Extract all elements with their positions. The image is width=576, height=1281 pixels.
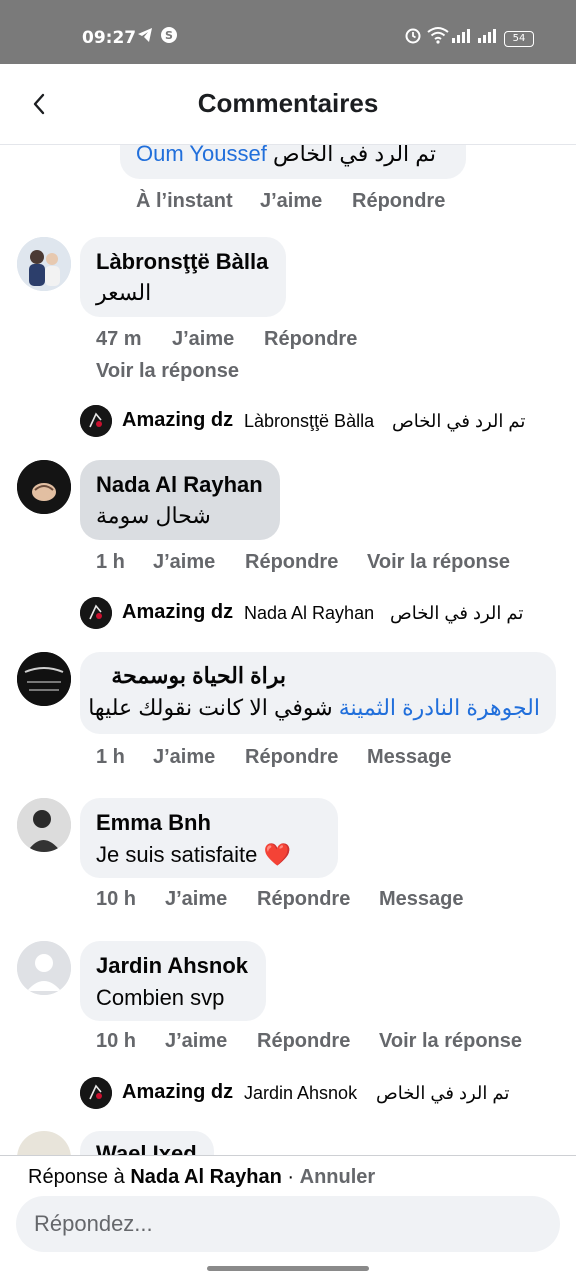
avatar[interactable] xyxy=(17,798,71,852)
avatar[interactable] xyxy=(17,237,71,291)
like-button[interactable]: J’aime xyxy=(165,1030,227,1053)
signal-icon xyxy=(452,26,472,49)
home-indicator[interactable] xyxy=(207,1266,369,1271)
like-button[interactable]: J’aime xyxy=(165,888,227,911)
reply-context: Réponse à Nada Al Rayhan · Annuler xyxy=(28,1166,375,1189)
page-avatar[interactable] xyxy=(80,597,112,629)
comment-time: 1 h xyxy=(96,551,125,573)
comments-list[interactable]: Oum Youssef تم الرد في الخاص À l’instant… xyxy=(0,145,576,1155)
reply-target: Nada Al Rayhan xyxy=(130,1166,282,1188)
reply-button[interactable]: Répondre xyxy=(264,328,357,351)
reply-author[interactable]: Amazing dz xyxy=(122,409,233,432)
reply-text: تم الرد في الخاص xyxy=(390,603,524,623)
reply-text: تم الرد في الخاص xyxy=(273,145,437,166)
reply-text: تم الرد في الخاص xyxy=(376,1083,510,1103)
avatar[interactable] xyxy=(17,460,71,514)
telegram-icon xyxy=(136,26,154,49)
see-reply-link[interactable]: Voir la réponse xyxy=(367,551,510,574)
comment-body: شوفي الا كانت نقولك عليها xyxy=(88,695,333,720)
like-button[interactable]: J’aime xyxy=(153,746,215,769)
page-avatar[interactable] xyxy=(80,405,112,437)
cancel-button[interactable]: Annuler xyxy=(300,1166,376,1188)
alarm-icon xyxy=(404,26,422,49)
reply-composer: Réponse à Nada Al Rayhan · Annuler xyxy=(0,1155,576,1281)
reply-mention[interactable]: Làbronsţţë Bàlla xyxy=(244,411,374,432)
reply-mention[interactable]: Nada Al Rayhan xyxy=(244,603,374,624)
separator: · xyxy=(281,1166,300,1188)
comment-author[interactable]: Emma Bnh xyxy=(96,810,211,836)
reply-button[interactable]: Répondre xyxy=(257,888,350,911)
reply-author[interactable]: Amazing dz xyxy=(122,1081,233,1104)
avatar[interactable] xyxy=(17,652,71,706)
page-title: Commentaires xyxy=(197,88,379,118)
comment-time: À l’instant xyxy=(136,190,233,212)
comment-author[interactable]: Nada Al Rayhan xyxy=(96,472,263,498)
mention-link[interactable]: Oum Youssef xyxy=(136,145,267,166)
comment-input[interactable] xyxy=(16,1196,560,1252)
comment-author[interactable]: Làbronsţţë Bàlla xyxy=(96,249,268,275)
comment-text: Oum Youssef تم الرد في الخاص xyxy=(136,145,436,167)
comment-text: Combien svp xyxy=(96,985,225,1010)
reply-prefix: Réponse à xyxy=(28,1166,125,1188)
reply-author[interactable]: Amazing dz xyxy=(122,601,233,624)
reply-text: تم الرد في الخاص xyxy=(392,411,526,431)
reply-mention[interactable]: Jardin Ahsnok xyxy=(244,1083,357,1104)
comment-time: 47 m xyxy=(96,328,142,350)
status-bar: 09:27 S 54 xyxy=(0,0,576,64)
reply-button[interactable]: Répondre xyxy=(257,1030,350,1053)
message-button[interactable]: Message xyxy=(367,746,452,769)
signal-icon xyxy=(478,26,498,49)
comment-text: الجوهرة النادرة الثمينة شوفي الا كانت نق… xyxy=(88,695,540,721)
like-button[interactable]: J’aime xyxy=(153,551,215,574)
message-button[interactable]: Message xyxy=(379,888,464,911)
see-reply-link[interactable]: Voir la réponse xyxy=(96,360,239,383)
page-avatar[interactable] xyxy=(80,1077,112,1109)
comment-time: 1 h xyxy=(96,746,125,768)
svg-text:S: S xyxy=(165,29,173,42)
reply-button[interactable]: Répondre xyxy=(352,190,445,213)
battery-icon: 54 xyxy=(504,31,534,47)
status-time: 09:27 xyxy=(82,28,137,48)
comment-author[interactable]: براة الحياة بوسمحة xyxy=(111,663,286,689)
comment-text: شحال سومة xyxy=(96,503,211,528)
like-button[interactable]: J’aime xyxy=(172,328,234,351)
comment-author[interactable]: Wael Ixed xyxy=(96,1141,197,1155)
header: Commentaires xyxy=(0,64,576,145)
comment-author[interactable]: Jardin Ahsnok xyxy=(96,953,248,979)
comment-time: 10 h xyxy=(96,1030,137,1052)
comment-time: 10 h xyxy=(96,888,137,910)
comment-text: Je suis satisfaite ❤️ xyxy=(96,842,291,867)
wifi-icon xyxy=(427,26,449,49)
reply-button[interactable]: Répondre xyxy=(245,746,338,769)
reply-button[interactable]: Répondre xyxy=(245,551,338,574)
comment-text: السعر xyxy=(96,280,152,305)
avatar[interactable] xyxy=(17,941,71,995)
avatar[interactable] xyxy=(17,1131,71,1155)
like-button[interactable]: J’aime xyxy=(260,190,322,213)
see-reply-link[interactable]: Voir la réponse xyxy=(379,1030,522,1053)
mention-link[interactable]: الجوهرة النادرة الثمينة xyxy=(339,695,540,720)
shazam-icon: S xyxy=(160,26,178,49)
